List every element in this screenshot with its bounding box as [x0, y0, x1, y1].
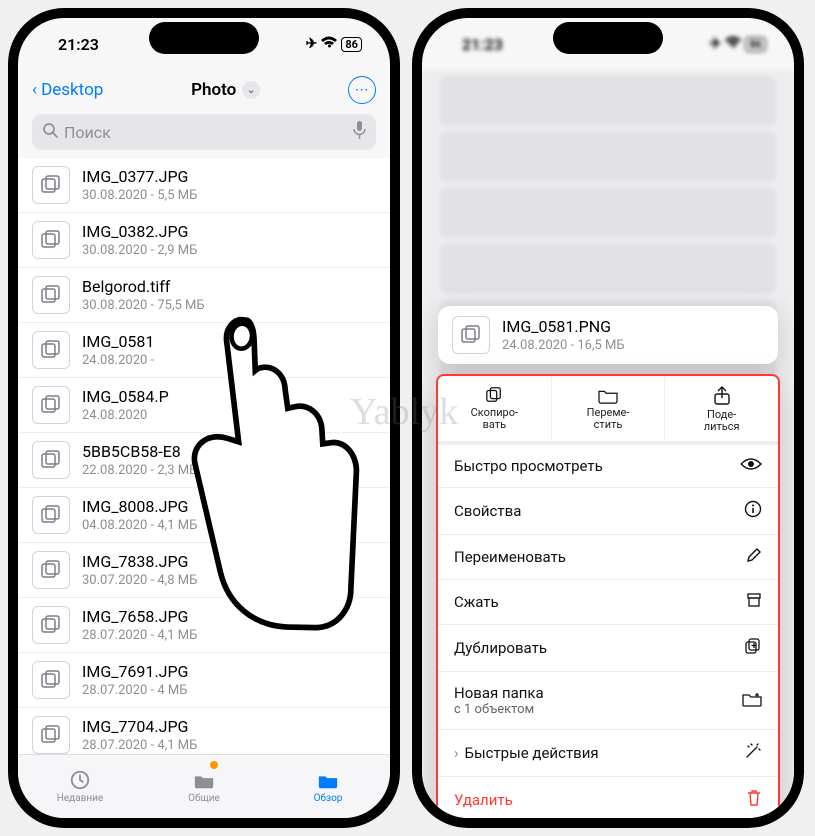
- badge-icon: [210, 761, 218, 769]
- archive-icon: [746, 592, 762, 612]
- duplicate-icon: [744, 637, 762, 659]
- file-name: IMG_0377.JPG: [82, 167, 197, 186]
- menu-quickactions[interactable]: ›Быстрые действия: [438, 730, 778, 777]
- selected-file-meta: 24.08.2020 - 16,5 МБ: [502, 338, 625, 353]
- status-time: 21:23: [58, 35, 99, 54]
- more-button[interactable]: ⋯: [348, 76, 376, 104]
- folder-plus-icon: [742, 691, 762, 711]
- nav-bar: ‹ Desktop Photo ⌄ ⋯: [18, 70, 390, 110]
- tab-shared[interactable]: Общие: [142, 755, 266, 818]
- back-button[interactable]: ‹ Desktop: [32, 80, 103, 100]
- eye-icon: [740, 457, 762, 475]
- file-thumb-icon: [32, 276, 70, 314]
- file-row[interactable]: IMG_7704.JPG 28.07.2020 - 4,1 МБ: [18, 708, 390, 754]
- file-thumb-icon: [32, 551, 70, 589]
- phone-right: 21:23 ✈ 86 IMG_0581.PNG 24.08.2020 - 16,…: [412, 8, 804, 828]
- file-name: IMG_7704.JPG: [82, 717, 197, 736]
- dynamic-island: [553, 22, 663, 54]
- context-menu: Скопиро- вать Переме- стить Поде- литься…: [436, 374, 780, 818]
- file-meta: 24.08.2020 -: [82, 353, 154, 368]
- airplane-icon: ✈: [710, 36, 722, 52]
- chevron-left-icon: ‹: [32, 80, 37, 100]
- file-thumb-icon: [32, 606, 70, 644]
- menu-duplicate[interactable]: Дублировать: [438, 625, 778, 672]
- menu-copy[interactable]: Скопиро- вать: [438, 376, 552, 441]
- file-name: IMG_0581: [82, 332, 154, 351]
- file-meta: 30.08.2020 - 5,5 МБ: [82, 188, 197, 203]
- file-meta: 28.07.2020 - 4,1 МБ: [82, 738, 197, 753]
- search-placeholder: Поиск: [64, 123, 111, 142]
- page-title[interactable]: Photo ⌄: [191, 80, 260, 100]
- file-row[interactable]: IMG_0377.JPG 30.08.2020 - 5,5 МБ: [18, 158, 390, 213]
- selected-file-card[interactable]: IMG_0581.PNG 24.08.2020 - 16,5 МБ: [438, 306, 778, 364]
- file-meta: 30.08.2020 - 2,9 МБ: [82, 243, 197, 258]
- battery-level: 86: [745, 37, 766, 52]
- file-thumb-icon: [32, 716, 70, 754]
- file-thumb-icon: [32, 221, 70, 259]
- file-meta: 24.08.2020: [82, 408, 169, 423]
- screen-right: 21:23 ✈ 86 IMG_0581.PNG 24.08.2020 - 16,…: [422, 18, 794, 818]
- menu-share[interactable]: Поде- литься: [665, 376, 778, 441]
- wifi-icon: [321, 36, 337, 53]
- phone-left: 21:23 ✈ 86 ‹ Desktop Photo ⌄ ⋯: [8, 8, 400, 828]
- mic-icon[interactable]: [353, 121, 366, 143]
- wand-icon: [744, 742, 762, 764]
- tab-browse[interactable]: Обзор: [266, 755, 390, 818]
- pointing-hand-icon: [141, 310, 386, 674]
- tab-bar: Недавние Общие Обзор: [18, 754, 390, 818]
- chevron-down-icon: ⌄: [242, 81, 260, 99]
- file-thumb-icon: [32, 496, 70, 534]
- file-name: IMG_0584.P: [82, 387, 169, 406]
- menu-compress[interactable]: Сжать: [438, 580, 778, 625]
- file-row[interactable]: IMG_0382.JPG 30.08.2020 - 2,9 МБ: [18, 213, 390, 268]
- dynamic-island: [149, 22, 259, 54]
- file-name: Belgorod.tiff: [82, 277, 205, 296]
- status-time: 21:23: [462, 35, 503, 54]
- selected-file-name: IMG_0581.PNG: [502, 317, 625, 336]
- file-name: IMG_7691.JPG: [82, 662, 188, 681]
- file-thumb-icon: [32, 386, 70, 424]
- file-thumb-icon: [32, 331, 70, 369]
- file-thumb-icon: [32, 661, 70, 699]
- file-name: IMG_0382.JPG: [82, 222, 197, 241]
- search-icon: [42, 122, 58, 142]
- menu-move[interactable]: Переме- стить: [552, 376, 666, 441]
- screen-left: 21:23 ✈ 86 ‹ Desktop Photo ⌄ ⋯: [18, 18, 390, 818]
- file-thumb-icon: [32, 166, 70, 204]
- back-label: Desktop: [41, 80, 103, 100]
- airplane-icon: ✈: [306, 36, 318, 52]
- file-thumb-icon: [452, 316, 490, 354]
- menu-newfolder[interactable]: Новая папкас 1 объектом: [438, 672, 778, 730]
- file-meta: 28.07.2020 - 4 МБ: [82, 683, 188, 698]
- pencil-icon: [746, 547, 762, 567]
- search-input[interactable]: Поиск: [32, 114, 376, 150]
- menu-info[interactable]: Свойства: [438, 488, 778, 535]
- menu-delete[interactable]: Удалить: [438, 777, 778, 818]
- menu-quicklook[interactable]: Быстро просмотреть: [438, 445, 778, 488]
- menu-rename[interactable]: Переименовать: [438, 535, 778, 580]
- file-thumb-icon: [32, 441, 70, 479]
- battery-level: 86: [341, 37, 362, 52]
- wifi-icon: [725, 36, 741, 53]
- info-icon: [744, 500, 762, 522]
- trash-icon: [746, 789, 762, 811]
- tab-recent[interactable]: Недавние: [18, 755, 142, 818]
